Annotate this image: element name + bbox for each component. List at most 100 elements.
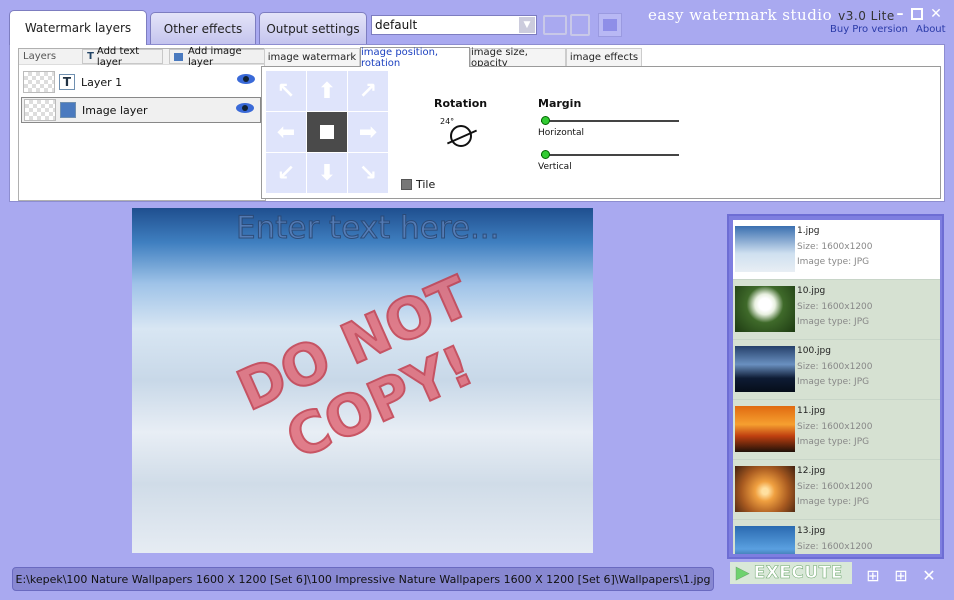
position-bottom-right[interactable]: ↘ bbox=[348, 153, 388, 193]
add-folder-icon[interactable]: ⊞ bbox=[890, 564, 912, 586]
file-type: Image type: JPG bbox=[797, 377, 870, 387]
buy-pro-link[interactable]: Buy Pro version bbox=[830, 24, 908, 35]
tile-checkbox[interactable]: Tile bbox=[401, 178, 435, 191]
file-thumbnail bbox=[735, 286, 795, 332]
layer-row[interactable]: T Layer 1 bbox=[21, 69, 261, 95]
rotation-title: Rotation bbox=[434, 97, 488, 110]
file-name: 10.jpg bbox=[797, 286, 826, 296]
execute-label: EXECUTE bbox=[753, 563, 843, 584]
layer-row[interactable]: Image layer bbox=[21, 97, 261, 123]
maximize-icon[interactable] bbox=[911, 8, 923, 20]
add-text-layer-button[interactable]: T Add text layer bbox=[82, 46, 164, 68]
position-right[interactable]: ➡ bbox=[348, 112, 388, 152]
file-item[interactable]: 13.jpgSize: 1600x1200Image type: JPG bbox=[733, 520, 940, 554]
subtab-image-size-opacity[interactable]: image size, opacity bbox=[470, 47, 566, 69]
file-thumbnail bbox=[735, 406, 795, 452]
layer-label: Layer 1 bbox=[81, 75, 123, 89]
vertical-margin-slider[interactable] bbox=[541, 150, 679, 159]
brand-version: v3.0 Lite bbox=[838, 9, 895, 23]
play-icon: ▶ bbox=[736, 563, 750, 584]
horizontal-label: Horizontal bbox=[538, 128, 584, 138]
eye-icon[interactable] bbox=[236, 103, 254, 113]
close-icon[interactable]: ✕ bbox=[929, 7, 943, 21]
file-name: 12.jpg bbox=[797, 466, 826, 476]
text-watermark[interactable]: Enter text here... bbox=[236, 210, 501, 247]
tab-output-settings[interactable]: Output settings bbox=[259, 12, 367, 44]
position-grid: ↖ ⬆ ↗ ⬅ ➡ ↙ ⬇ ↘ bbox=[266, 71, 390, 195]
add-image-layer-button[interactable]: Add image layer bbox=[169, 46, 265, 68]
file-type: Image type: JPG bbox=[797, 437, 870, 447]
file-list-panel: 1.jpg Size: 1600x1200 Image type: JPG 10.j… bbox=[727, 214, 944, 559]
layer-label: Image layer bbox=[82, 103, 148, 117]
tile-label: Tile bbox=[416, 178, 436, 191]
text-layer-icon: T bbox=[87, 51, 94, 62]
position-left[interactable]: ⬅ bbox=[266, 112, 306, 152]
margin-title: Margin bbox=[538, 97, 582, 110]
subtab-image-effects[interactable]: image effects bbox=[566, 48, 642, 66]
file-thumbnail bbox=[735, 466, 795, 512]
file-type: Image type: JPG bbox=[797, 257, 870, 267]
layers-title: Layers bbox=[23, 51, 57, 62]
text-layer-icon: T bbox=[59, 74, 75, 90]
status-path-bar: E:\kepek\100 Nature Wallpapers 1600 X 12… bbox=[12, 567, 714, 591]
brand-name: easy watermark studio bbox=[648, 6, 833, 24]
file-thumbnail bbox=[735, 226, 795, 272]
open-folder-icon[interactable] bbox=[543, 15, 567, 35]
preset-value: default bbox=[375, 18, 418, 32]
file-name: 11.jpg bbox=[797, 406, 826, 416]
position-top-left[interactable]: ↖ bbox=[266, 71, 306, 111]
file-name: 100.jpg bbox=[797, 346, 831, 356]
file-size: Size: 1600x1200 bbox=[797, 242, 873, 252]
file-name: 13.jpg bbox=[797, 526, 826, 536]
file-thumbnail bbox=[735, 346, 795, 392]
watermark-layers-panel: Layers T Add text layer Add image layer T… bbox=[9, 44, 945, 202]
rotation-value: 24° bbox=[440, 117, 455, 126]
vertical-label: Vertical bbox=[538, 162, 572, 172]
chevron-down-icon[interactable]: ▼ bbox=[519, 17, 535, 33]
color-swatch-icon[interactable] bbox=[598, 13, 622, 37]
file-size: Size: 1600x1200 bbox=[797, 482, 873, 492]
layer-thumbnail bbox=[24, 99, 56, 121]
position-top[interactable]: ⬆ bbox=[307, 71, 347, 111]
layers-panel: Layers T Add text layer Add image layer T… bbox=[18, 46, 266, 201]
save-icon[interactable] bbox=[570, 14, 590, 36]
position-top-right[interactable]: ↗ bbox=[348, 71, 388, 111]
image-layer-icon bbox=[174, 52, 183, 61]
position-bottom-left[interactable]: ↙ bbox=[266, 153, 306, 193]
preset-dropdown[interactable]: default ▼ bbox=[371, 15, 537, 35]
file-item[interactable]: 12.jpg Size: 1600x1200 Image type: JPG bbox=[733, 460, 940, 520]
app-brand: easy watermark studio v3.0 Lite bbox=[648, 6, 895, 24]
file-size: Size: 1600x1200 bbox=[797, 542, 873, 552]
horizontal-margin-slider[interactable] bbox=[541, 116, 679, 125]
file-size: Size: 1600x1200 bbox=[797, 362, 873, 372]
minimize-icon[interactable]: – bbox=[893, 7, 907, 21]
image-layer-icon bbox=[60, 102, 76, 118]
position-center[interactable] bbox=[307, 112, 347, 152]
file-size: Size: 1600x1200 bbox=[797, 302, 873, 312]
subtab-image-position-rotation[interactable]: image position, rotation bbox=[360, 47, 470, 69]
tab-other-effects[interactable]: Other effects bbox=[150, 12, 256, 44]
file-type: Image type: JPG bbox=[797, 497, 870, 507]
file-item[interactable]: 11.jpg Size: 1600x1200 Image type: JPG bbox=[733, 400, 940, 460]
execute-button[interactable]: ▶ EXECUTE bbox=[730, 562, 852, 584]
about-link[interactable]: About bbox=[916, 24, 946, 35]
file-list[interactable]: 1.jpg Size: 1600x1200 Image type: JPG 10.j… bbox=[733, 220, 940, 554]
layer-thumbnail bbox=[23, 71, 55, 93]
eye-icon[interactable] bbox=[237, 74, 255, 84]
file-item[interactable]: 1.jpg Size: 1600x1200 Image type: JPG bbox=[733, 220, 940, 280]
remove-images-icon[interactable]: ✕ bbox=[918, 564, 940, 586]
add-image-icon[interactable]: ⊞ bbox=[862, 564, 884, 586]
preview-canvas[interactable]: Enter text here... DO NOT COPY! bbox=[132, 208, 593, 553]
tab-watermark-layers[interactable]: Watermark layers bbox=[9, 10, 147, 45]
position-bottom[interactable]: ⬇ bbox=[307, 153, 347, 193]
add-text-label: Add text layer bbox=[96, 45, 140, 68]
file-item[interactable]: 10.jpg Size: 1600x1200 Image type: JPG bbox=[733, 280, 940, 340]
rotation-dial[interactable] bbox=[446, 125, 478, 147]
image-watermark[interactable]: DO NOT COPY! bbox=[227, 264, 506, 482]
checkbox-icon bbox=[401, 179, 412, 190]
file-item[interactable]: 100.jpg Size: 1600x1200 Image type: JPG bbox=[733, 340, 940, 400]
file-type: Image type: JPG bbox=[797, 317, 870, 327]
file-thumbnail bbox=[735, 526, 795, 554]
add-image-label: Add image layer bbox=[188, 45, 242, 68]
subtab-image-watermark[interactable]: image watermark bbox=[264, 48, 360, 66]
